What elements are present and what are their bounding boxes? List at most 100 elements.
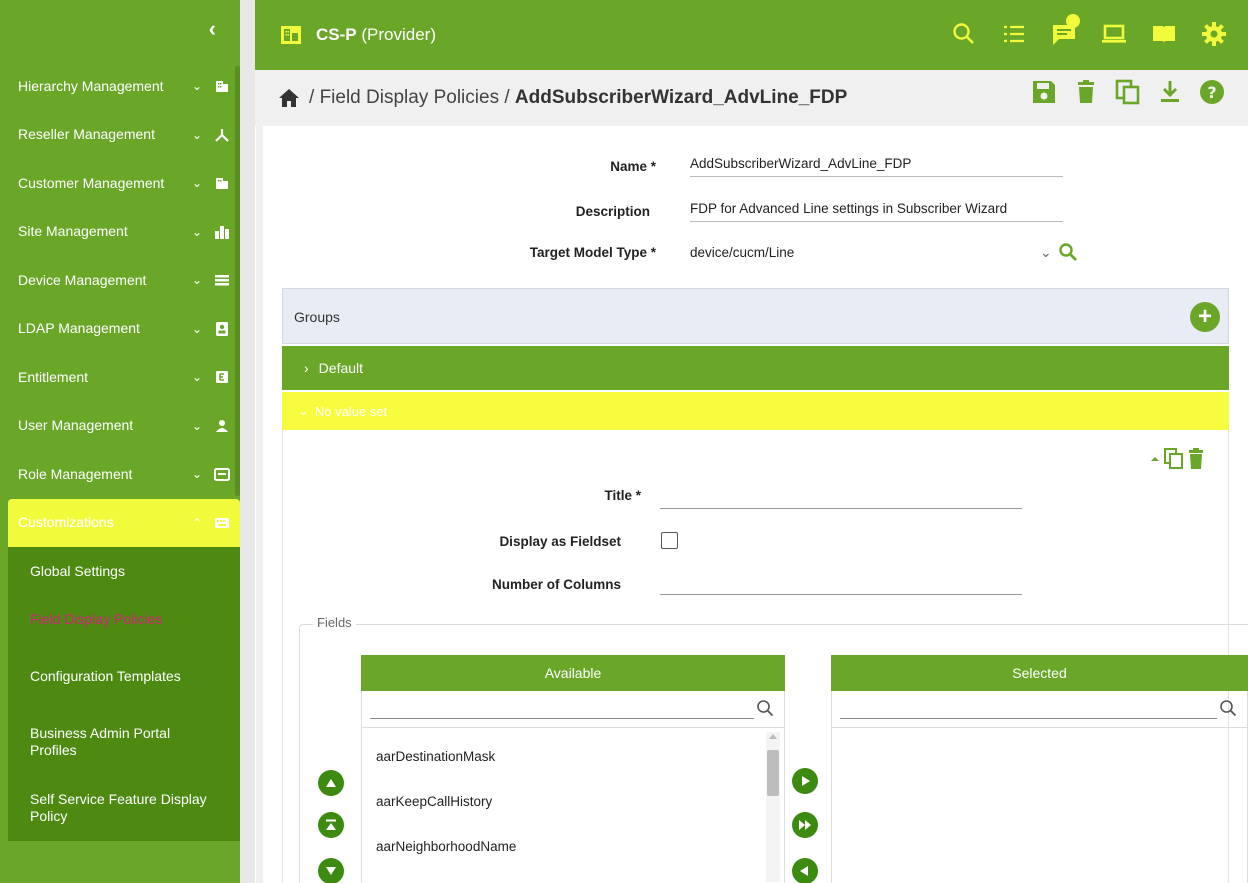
search-icon[interactable] (756, 699, 774, 717)
user-icon (214, 418, 230, 434)
sidebar-item-label: Device Management (18, 271, 147, 288)
name-field[interactable]: AddSubscriberWizard_AdvLine_FDP (690, 156, 1063, 177)
home-icon[interactable] (277, 86, 301, 110)
chevron-down-icon: ⌄ (191, 418, 202, 433)
chevron-down-icon: ⌄ (191, 467, 202, 482)
chevron-down-icon: ⌄ (191, 370, 202, 385)
notifications-icon[interactable] (1050, 14, 1080, 48)
scroll-thumb[interactable] (767, 750, 779, 796)
groups-label: Groups (294, 309, 340, 325)
sidebar-item-label: Role Management (18, 465, 133, 482)
id-card-icon (214, 466, 230, 482)
breadcrumb-current: AddSubscriberWizard_AdvLine_FDP (514, 87, 848, 108)
building-icon (214, 78, 230, 94)
download-icon[interactable] (1156, 78, 1184, 106)
search-icon[interactable] (1058, 242, 1078, 262)
breadcrumb-section-link[interactable]: Field Display Policies (320, 87, 500, 108)
collapse-up-icon[interactable] (1150, 454, 1160, 464)
description-row: Description FDP for Advanced Line settin… (263, 201, 1063, 222)
move-down-button[interactable] (318, 858, 344, 883)
delete-icon[interactable] (1188, 448, 1204, 470)
sidebar-item-role-management[interactable]: Role Management ⌄ (0, 450, 240, 499)
sidebar-item-label: Site Management (18, 223, 128, 240)
target-model-select[interactable]: device/cucm/Line (690, 245, 1050, 260)
title-field[interactable] (660, 508, 1022, 509)
list-item[interactable]: aarKeepCallHistory (362, 779, 784, 824)
number-columns-field[interactable] (660, 594, 1022, 595)
sidebar-item-entitlement[interactable]: Entitlement ⌄ (0, 353, 240, 402)
customizations-submenu: Global Settings Field Display Policies C… (8, 547, 240, 841)
chevron-right-icon: › (304, 360, 309, 376)
help-icon[interactable]: ? (1198, 78, 1226, 106)
chevron-down-icon: ⌄ (191, 176, 202, 191)
save-icon[interactable] (1030, 78, 1058, 106)
list-item[interactable]: aarDestinationMask (362, 734, 784, 779)
selected-list-panel: Selected (831, 655, 1248, 883)
sidebar-item-ldap-management[interactable]: LDAP Management ⌄ (0, 305, 240, 354)
main-gutter (256, 126, 263, 883)
svg-text:?: ? (1207, 83, 1216, 102)
sidebar-item-customer-management[interactable]: Customer Management ⌄ (0, 159, 240, 208)
org-name: CS-P (316, 25, 357, 44)
available-scrollbar[interactable] (766, 732, 780, 882)
sidebar: ‹ Hierarchy Management ⌄ Reseller Manage… (0, 0, 240, 883)
chevron-down-icon: ⌄ (191, 127, 202, 142)
fieldset-row: Display as Fieldset (263, 534, 621, 549)
sidebar-subitem-configuration-templates[interactable]: Configuration Templates (8, 643, 240, 709)
available-search-input[interactable] (370, 718, 754, 719)
title-label: Title * (604, 488, 641, 503)
move-top-button[interactable] (318, 812, 344, 838)
add-all-button[interactable] (792, 812, 818, 838)
city-icon (214, 224, 230, 240)
group-default-header[interactable]: › Default (282, 346, 1229, 390)
search-icon[interactable] (1219, 699, 1237, 717)
sidebar-item-user-management[interactable]: User Management ⌄ (0, 402, 240, 451)
list-item[interactable]: aarNeighborhoodName (362, 824, 784, 869)
group-novalue-header[interactable]: ⌄ No value set (282, 392, 1229, 430)
top-bar: CS-P (Provider) (255, 0, 1248, 70)
book-icon[interactable] (1150, 20, 1178, 48)
add-group-button[interactable]: + (1190, 302, 1220, 332)
clone-icon[interactable] (1114, 78, 1142, 106)
sidebar-item-reseller-management[interactable]: Reseller Management ⌄ (0, 111, 240, 160)
sidebar-item-label: Hierarchy Management (18, 77, 164, 94)
delete-icon[interactable] (1072, 78, 1100, 106)
search-icon[interactable] (950, 20, 978, 48)
laptop-icon[interactable] (1100, 20, 1128, 48)
collapse-sidebar-button[interactable]: ‹ (209, 16, 216, 42)
available-header: Available (361, 655, 785, 691)
sidebar-subitem-self-service-feature-display-policy[interactable]: Self Service Feature Display Policy (8, 775, 240, 841)
chevron-down-icon: ⌄ (191, 321, 202, 336)
remove-selected-button[interactable] (792, 858, 818, 883)
sidebar-item-site-management[interactable]: Site Management ⌄ (0, 208, 240, 257)
org-title[interactable]: CS-P (Provider) (316, 25, 436, 45)
sidebar-item-hierarchy-management[interactable]: Hierarchy Management ⌄ (0, 62, 240, 111)
description-field[interactable]: FDP for Advanced Line settings in Subscr… (690, 201, 1063, 222)
layout-divider (240, 0, 255, 883)
columns-row: Number of Columns (263, 577, 621, 592)
group-default-label: Default (318, 360, 364, 376)
selected-search-input[interactable] (840, 718, 1217, 719)
sidebar-item-customizations[interactable]: Customizations ⌃ (8, 498, 240, 547)
sidebar-subitem-global-settings[interactable]: Global Settings (8, 547, 240, 595)
sidebar-item-device-management[interactable]: Device Management ⌄ (0, 256, 240, 305)
group-novalue-label: No value set (314, 403, 388, 419)
breadcrumb-separator: / (309, 87, 315, 108)
task-list-icon[interactable] (1000, 20, 1028, 48)
sidebar-subitem-field-display-policies[interactable]: Field Display Policies (8, 595, 240, 643)
sidebar-item-label: Customer Management (18, 174, 165, 191)
scroll-up-icon[interactable] (769, 734, 777, 739)
gear-icon[interactable] (1200, 20, 1228, 48)
selected-search (831, 691, 1248, 727)
number-columns-label: Number of Columns (491, 577, 621, 592)
record-toolbar: ? (1030, 78, 1226, 106)
clone-icon[interactable] (1164, 448, 1184, 470)
display-fieldset-checkbox[interactable] (661, 532, 678, 549)
sidebar-subitem-business-admin-portal-profiles[interactable]: Business Admin Portal Profiles (8, 709, 240, 775)
group-tools (1150, 448, 1204, 470)
move-up-button[interactable] (318, 770, 344, 796)
notification-indicator (1066, 14, 1080, 28)
sidebar-item-label: Entitlement (18, 368, 89, 385)
chevron-down-icon[interactable]: ⌄ (1040, 244, 1052, 261)
add-selected-button[interactable] (792, 768, 818, 794)
